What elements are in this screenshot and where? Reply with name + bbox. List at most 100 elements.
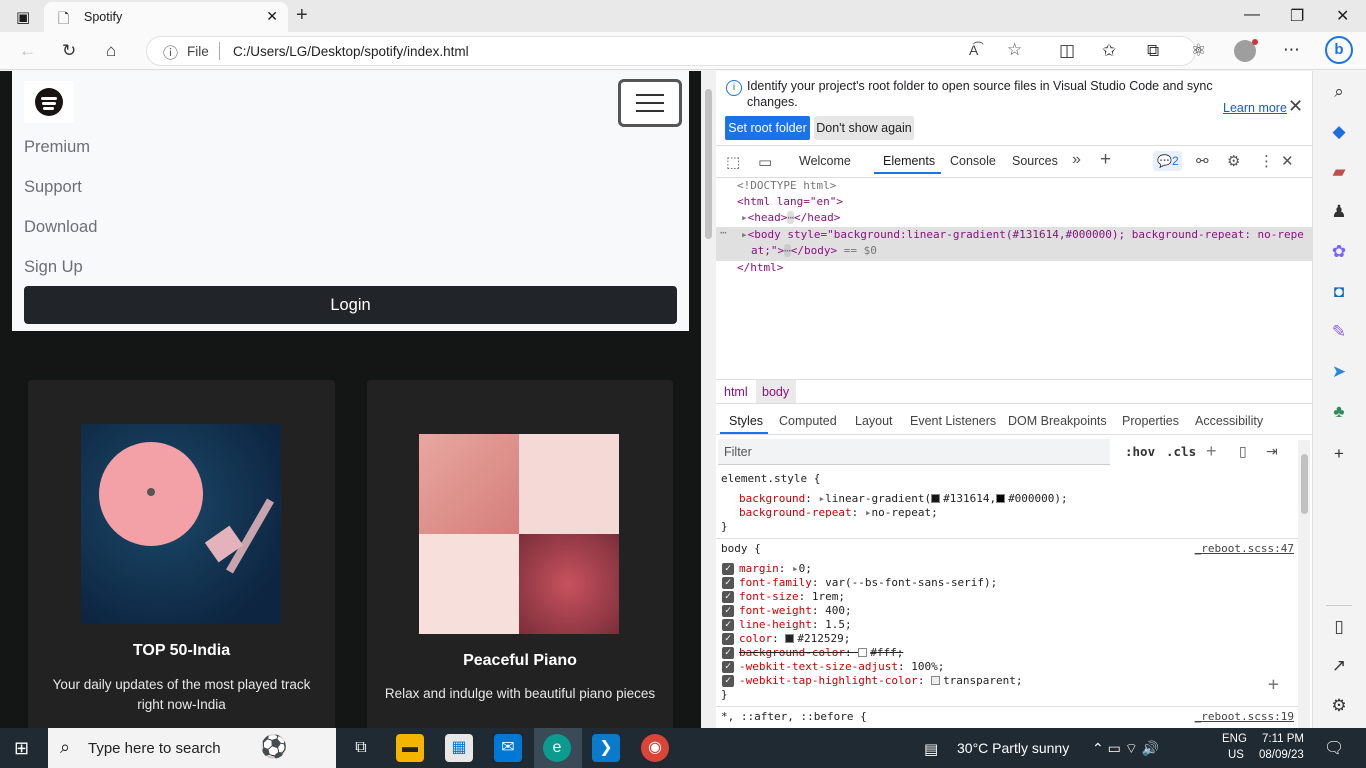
task-view-icon[interactable]: ⧉ [347, 734, 375, 762]
url-text[interactable]: C:/Users/LG/Desktop/spotify/index.html [233, 44, 469, 59]
class-toggle[interactable]: .cls [1166, 444, 1196, 459]
microsoft-store-icon[interactable]: ▦ [445, 734, 473, 762]
restore-icon[interactable]: ❐ [1290, 6, 1304, 26]
vscode-icon[interactable]: ❯ [592, 734, 620, 762]
tab-layout[interactable]: Layout [855, 414, 893, 428]
tray-icons[interactable]: ⌃ ▭ ⌔ 🔊 [1092, 740, 1159, 758]
favorites-icon[interactable]: ✩ [1102, 41, 1116, 61]
dont-show-again-button[interactable]: Don't show again [814, 116, 914, 140]
collections-icon[interactable]: ⧉ [1147, 41, 1159, 61]
checkbox[interactable]: ✓ [722, 647, 734, 659]
read-aloud-icon[interactable]: A͡ [969, 42, 978, 58]
dom-html-open[interactable]: <html lang="en"> [737, 195, 843, 208]
playlist-card[interactable]: Peaceful Piano Relax and indulge with be… [367, 380, 673, 728]
mail-icon[interactable]: ✉ [494, 734, 522, 762]
file-explorer-icon[interactable]: ▬ [396, 734, 424, 762]
dom-row-menu-icon[interactable]: ⋯ [720, 226, 727, 239]
more-options-icon[interactable]: ⋮ [1259, 152, 1274, 170]
style-decl[interactable]: font-size: 1rem; [739, 590, 845, 603]
dom-head-node[interactable]: ▸<head>⋯</head> [741, 211, 840, 224]
shopping-tag-icon[interactable]: ◆ [1330, 122, 1348, 142]
set-root-folder-button[interactable]: Set root folder [725, 116, 810, 140]
settings-gear-icon[interactable]: ⚙ [1227, 152, 1240, 170]
checkbox[interactable]: ✓ [722, 675, 734, 687]
weather-text[interactable]: 30°C Partly sunny [957, 740, 1069, 756]
style-decl-overridden[interactable]: background-color: #fff; [739, 646, 903, 659]
close-tab-icon[interactable]: ✕ [266, 8, 278, 25]
favorite-star-icon[interactable]: ☆ [1007, 40, 1022, 60]
minimize-icon[interactable]: — [1244, 6, 1260, 24]
nav-link-support[interactable]: Support [24, 178, 82, 197]
dom-html-close[interactable]: </html> [737, 261, 783, 274]
close-icon[interactable]: ✕ [1288, 96, 1303, 117]
checkbox[interactable]: ✓ [722, 633, 734, 645]
microsoft-365-icon[interactable]: ✿ [1330, 242, 1348, 262]
extensions-icon[interactable]: ⚛ [1191, 41, 1206, 61]
notifications-icon[interactable]: 🗨 [1324, 738, 1344, 758]
tree-icon[interactable]: ♣ [1330, 402, 1348, 422]
style-decl[interactable]: margin: ▸0; [739, 562, 812, 575]
learn-more-link[interactable]: Learn more [1223, 101, 1287, 115]
style-decl[interactable]: font-weight: 400; [739, 604, 852, 617]
playlist-card[interactable]: TOP 50-India Your daily updates of the m… [28, 380, 335, 728]
search-icon[interactable]: ⌕ [1330, 82, 1348, 102]
tab-event-listeners[interactable]: Event Listeners [910, 414, 996, 428]
hover-state-toggle[interactable]: :hov [1125, 444, 1155, 459]
games-icon[interactable]: ♟ [1330, 202, 1348, 222]
breadcrumb-html[interactable]: html [724, 385, 748, 399]
sidebar-settings-icon[interactable]: ⚙ [1330, 696, 1348, 716]
checkbox[interactable]: ✓ [722, 619, 734, 631]
close-devtools-icon[interactable]: ✕ [1281, 152, 1294, 170]
tab-console[interactable]: Console [950, 154, 996, 168]
chrome-icon[interactable]: ◉ [641, 734, 669, 762]
tab-actions-icon[interactable]: ▣ [16, 8, 30, 26]
tools-briefcase-icon[interactable]: ▰ [1330, 162, 1348, 182]
send-icon[interactable]: ➤ [1330, 362, 1348, 382]
style-decl[interactable]: color: #212529; [739, 632, 850, 645]
new-tab-icon[interactable]: + [296, 4, 308, 27]
login-button[interactable]: Login [24, 286, 677, 324]
breadcrumb-body[interactable]: body [762, 385, 789, 399]
new-style-rule-icon[interactable]: + [1206, 441, 1217, 462]
tab-computed[interactable]: Computed [779, 414, 837, 428]
designer-icon[interactable]: ✎ [1330, 322, 1348, 342]
style-decl[interactable]: line-height: 1.5; [739, 618, 852, 631]
tab-welcome[interactable]: Welcome [799, 154, 851, 168]
tab-accessibility[interactable]: Accessibility [1195, 414, 1263, 428]
nav-link-premium[interactable]: Premium [24, 138, 90, 157]
windows-start-icon[interactable]: ⊞ [14, 738, 29, 759]
taskbar-search-box[interactable]: ⌕ Type here to search ⚽ [48, 728, 336, 768]
dom-body-node[interactable]: ▸<body style="background:linear-gradient… [741, 228, 1304, 241]
inspect-icon[interactable]: ⬚ [726, 153, 740, 171]
checkbox[interactable]: ✓ [722, 577, 734, 589]
computed-sidebar-icon[interactable]: ⇥ [1266, 443, 1278, 460]
style-decl[interactable]: -webkit-tap-highlight-color: transparent… [739, 674, 1023, 687]
more-tabs-icon[interactable]: » [1072, 151, 1081, 169]
nav-link-download[interactable]: Download [24, 218, 97, 237]
back-icon[interactable]: ← [19, 41, 36, 61]
home-icon[interactable]: ⌂ [106, 41, 116, 61]
checkbox[interactable]: ✓ [722, 563, 734, 575]
nav-link-sign-up[interactable]: Sign Up [24, 258, 83, 277]
tab-dom-breakpoints[interactable]: DOM Breakpoints [1008, 414, 1107, 428]
style-decl[interactable]: background-repeat: ▸no-repeat; [739, 506, 938, 519]
source-link[interactable]: _reboot.scss:19 [1195, 710, 1294, 723]
language-indicator[interactable]: ENG [1222, 733, 1247, 745]
page-scrollbar[interactable] [701, 71, 716, 728]
checkbox[interactable]: ✓ [722, 591, 734, 603]
dom-doctype[interactable]: <!DOCTYPE html> [737, 179, 836, 192]
bing-copilot-icon[interactable]: b [1325, 36, 1353, 64]
paint-icon[interactable]: ▯ [1239, 443, 1247, 460]
add-sidebar-item-icon[interactable]: + [1330, 444, 1348, 464]
open-external-icon[interactable]: ↗ [1330, 656, 1348, 676]
navbar-toggler-icon[interactable] [618, 79, 682, 127]
edge-browser-icon[interactable]: e [543, 734, 571, 762]
connections-icon[interactable]: ⚯ [1196, 152, 1209, 170]
tab-properties[interactable]: Properties [1122, 414, 1179, 428]
tab-sources[interactable]: Sources [1012, 154, 1058, 168]
device-toolbar-icon[interactable]: ▭ [758, 153, 772, 171]
spotify-logo[interactable] [24, 81, 74, 123]
issues-badge[interactable]: 💬2 [1153, 151, 1182, 171]
add-tab-icon[interactable]: + [1100, 149, 1111, 171]
clock-time[interactable]: 7:11 PM [1262, 733, 1304, 745]
